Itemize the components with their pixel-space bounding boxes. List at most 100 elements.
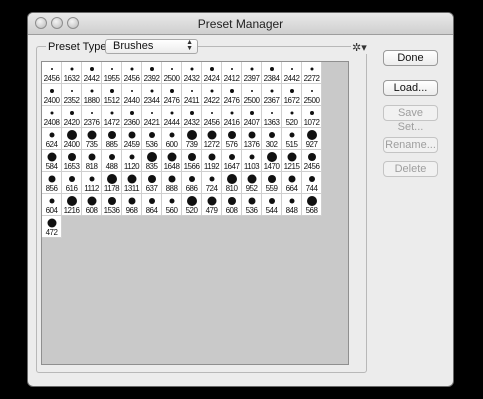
brush-preset-item[interactable]: 1120	[122, 150, 142, 172]
brush-preset-item[interactable]: 2500	[242, 84, 262, 106]
brush-preset-item[interactable]: 2440	[122, 84, 142, 106]
brush-preset-item[interactable]: 1215	[282, 150, 302, 172]
brush-preset-item[interactable]: 888	[162, 172, 182, 194]
brush-preset-item[interactable]: 576	[222, 128, 242, 150]
brush-preset-item[interactable]: 1112	[82, 172, 102, 194]
brush-preset-item[interactable]: 952	[242, 172, 262, 194]
brush-preset-item[interactable]: 1192	[202, 150, 222, 172]
brush-preset-item[interactable]: 864	[142, 194, 162, 216]
brush-preset-item[interactable]: 1566	[182, 150, 202, 172]
brush-preset-item[interactable]: 2432	[182, 62, 202, 84]
brush-preset-item[interactable]: 544	[262, 194, 282, 216]
brush-preset-item[interactable]: 2459	[122, 128, 142, 150]
brush-preset-item[interactable]: 2411	[182, 84, 202, 106]
brush-preset-item[interactable]: 848	[282, 194, 302, 216]
brush-preset-item[interactable]: 604	[42, 194, 62, 216]
brush-preset-item[interactable]: 560	[162, 194, 182, 216]
gear-menu-icon[interactable]: ✲▾	[351, 41, 368, 54]
brush-preset-item[interactable]: 2408	[42, 106, 62, 128]
brush-preset-item[interactable]: 600	[162, 128, 182, 150]
brush-preset-item[interactable]: 2422	[202, 84, 222, 106]
brush-preset-item[interactable]: 1632	[62, 62, 82, 84]
brush-preset-item[interactable]: 2400	[42, 84, 62, 106]
brush-preset-item[interactable]: 735	[82, 128, 102, 150]
brush-preset-item[interactable]: 2421	[142, 106, 162, 128]
brush-preset-item[interactable]: 1512	[102, 84, 122, 106]
brush-preset-item[interactable]: 810	[222, 172, 242, 194]
brush-preset-item[interactable]: 835	[142, 150, 162, 172]
brush-preset-item[interactable]: 2376	[82, 106, 102, 128]
brush-preset-item[interactable]: 2424	[202, 62, 222, 84]
brush-preset-item[interactable]: 479	[202, 194, 222, 216]
brush-preset-item[interactable]: 637	[142, 172, 162, 194]
brush-preset-item[interactable]: 2456	[202, 106, 222, 128]
brush-preset-item[interactable]: 520	[282, 106, 302, 128]
brush-preset-item[interactable]: 608	[82, 194, 102, 216]
load-button[interactable]: Load...	[383, 80, 438, 96]
brush-preset-item[interactable]: 624	[42, 128, 62, 150]
brush-preset-item[interactable]: 2500	[302, 84, 322, 106]
brush-preset-item[interactable]: 1955	[102, 62, 122, 84]
save-set-button[interactable]: Save Set...	[383, 105, 438, 133]
brush-preset-item[interactable]: 2444	[162, 106, 182, 128]
brush-preset-item[interactable]: 559	[262, 172, 282, 194]
brush-preset-item[interactable]: 2400	[62, 128, 82, 150]
brush-preset-item[interactable]: 2442	[282, 62, 302, 84]
brush-preset-item[interactable]: 968	[122, 194, 142, 216]
brush-preset-item[interactable]: 1178	[102, 172, 122, 194]
brush-preset-item[interactable]: 739	[182, 128, 202, 150]
brush-preset-item[interactable]: 664	[282, 172, 302, 194]
brush-preset-item[interactable]: 1648	[162, 150, 182, 172]
done-button[interactable]: Done	[383, 50, 438, 66]
brush-preset-item[interactable]: 2456	[122, 62, 142, 84]
brush-preset-item[interactable]: 2384	[262, 62, 282, 84]
brush-preset-item[interactable]: 2432	[182, 106, 202, 128]
brush-preset-item[interactable]: 536	[242, 194, 262, 216]
brush-preset-item[interactable]: 2344	[142, 84, 162, 106]
brush-preset-item[interactable]: 472	[42, 216, 62, 238]
brush-preset-item[interactable]: 2456	[42, 62, 62, 84]
brush-preset-item[interactable]: 515	[282, 128, 302, 150]
brush-preset-item[interactable]: 885	[102, 128, 122, 150]
brush-preset-item[interactable]: 1470	[262, 150, 282, 172]
brush-preset-item[interactable]: 616	[62, 172, 82, 194]
brush-preset-item[interactable]: 2476	[222, 84, 242, 106]
brush-preset-item[interactable]: 724	[202, 172, 222, 194]
brush-preset-item[interactable]: 1653	[62, 150, 82, 172]
rename-button[interactable]: Rename...	[383, 137, 438, 153]
preset-type-select[interactable]: Brushes ▲ ▼	[105, 39, 198, 54]
delete-button[interactable]: Delete	[383, 161, 438, 177]
brush-preset-item[interactable]: 1272	[202, 128, 222, 150]
brush-preset-item[interactable]: 1376	[242, 128, 262, 150]
brush-preset-item[interactable]: 302	[262, 128, 282, 150]
brush-preset-item[interactable]: 2352	[62, 84, 82, 106]
brush-preset-item[interactable]: 1472	[102, 106, 122, 128]
brush-preset-item[interactable]: 584	[42, 150, 62, 172]
brush-preset-item[interactable]: 2272	[302, 62, 322, 84]
brush-preset-item[interactable]: 686	[182, 172, 202, 194]
brush-preset-item[interactable]: 1216	[62, 194, 82, 216]
brush-preset-item[interactable]: 1536	[102, 194, 122, 216]
brush-preset-pane[interactable]: 2456 1632 2442 1955 2456 2392 2500 2432 2424 2412…	[41, 61, 349, 365]
brush-preset-item[interactable]: 1647	[222, 150, 242, 172]
brush-preset-item[interactable]: 1103	[242, 150, 262, 172]
brush-preset-item[interactable]: 2476	[162, 84, 182, 106]
brush-preset-item[interactable]: 2360	[122, 106, 142, 128]
brush-preset-item[interactable]: 1072	[302, 106, 322, 128]
brush-preset-item[interactable]: 1672	[282, 84, 302, 106]
brush-preset-item[interactable]: 2442	[82, 62, 102, 84]
brush-preset-item[interactable]: 2407	[242, 106, 262, 128]
brush-preset-item[interactable]: 1880	[82, 84, 102, 106]
brush-preset-item[interactable]: 536	[142, 128, 162, 150]
brush-preset-item[interactable]: 2416	[222, 106, 242, 128]
brush-preset-item[interactable]: 488	[102, 150, 122, 172]
brush-preset-item[interactable]: 1311	[122, 172, 142, 194]
brush-preset-item[interactable]: 818	[82, 150, 102, 172]
brush-preset-item[interactable]: 2367	[262, 84, 282, 106]
brush-preset-item[interactable]: 2456	[302, 150, 322, 172]
brush-preset-item[interactable]: 568	[302, 194, 322, 216]
brush-preset-item[interactable]: 2392	[142, 62, 162, 84]
brush-preset-item[interactable]: 2412	[222, 62, 242, 84]
brush-preset-item[interactable]: 927	[302, 128, 322, 150]
brush-preset-item[interactable]: 2420	[62, 106, 82, 128]
